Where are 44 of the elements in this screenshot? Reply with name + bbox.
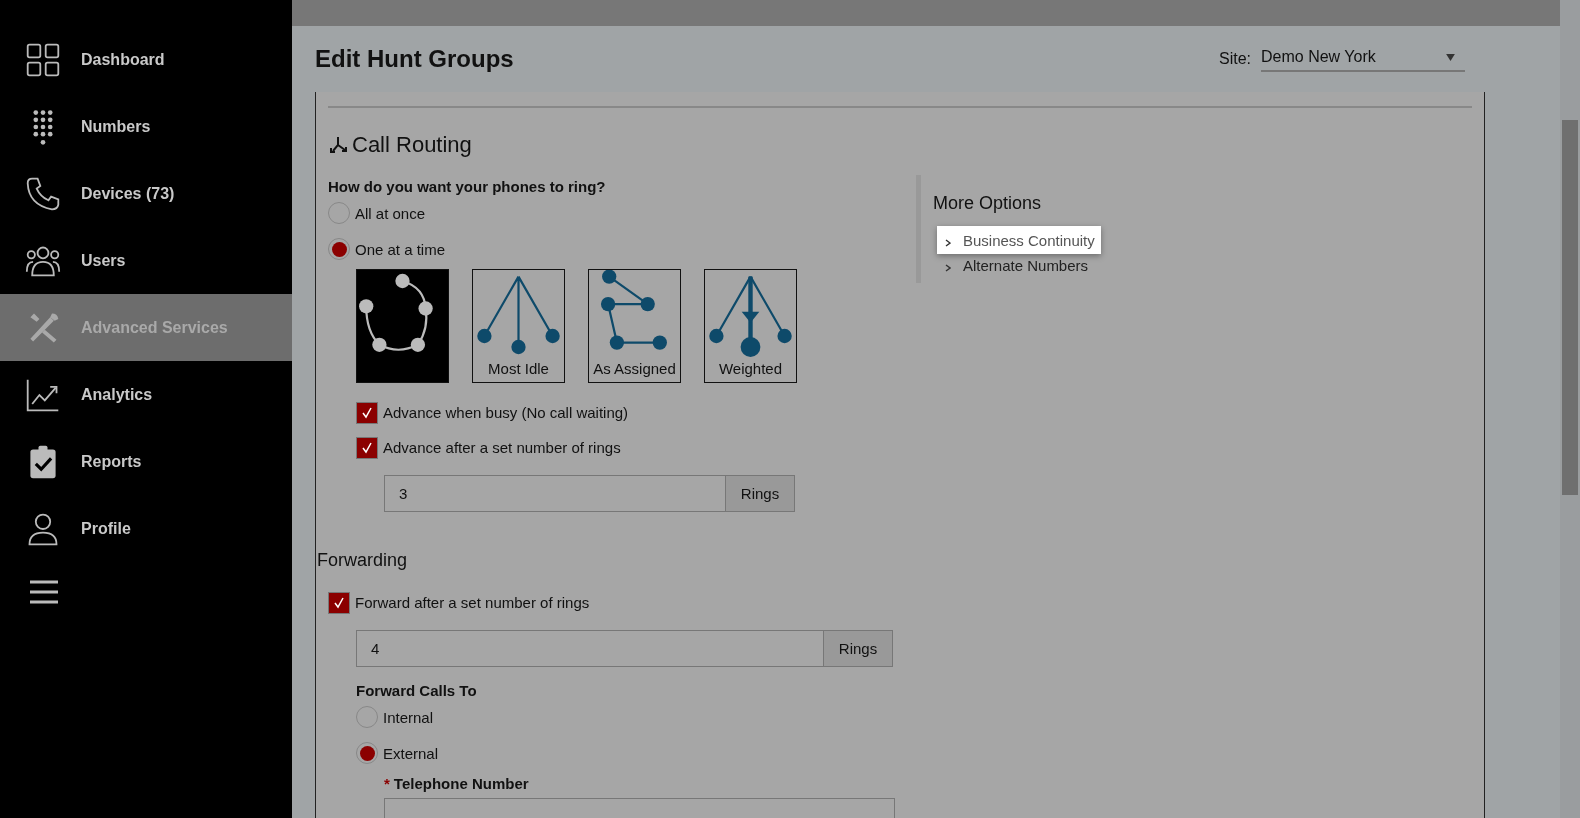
scrollbar-thumb[interactable] xyxy=(1562,120,1578,495)
field-label: Telephone Number xyxy=(393,775,529,792)
checkbox[interactable] xyxy=(328,591,350,614)
required-mark: * xyxy=(384,775,390,792)
checkbox-label: Advance after a set number of rings xyxy=(383,439,621,456)
nav-item[interactable]: Profile xyxy=(0,495,292,562)
checkbox-label: Forward after a set number of rings xyxy=(355,594,590,611)
nav-item[interactable]: Dashboard xyxy=(0,26,292,93)
nav-item[interactable]: Numbers xyxy=(0,93,292,160)
nav-item[interactable]: Users xyxy=(0,227,292,294)
routing-icon xyxy=(330,135,350,155)
nav-item[interactable]: Devices (73) xyxy=(0,160,292,227)
expandable-option[interactable]: Business Continuity xyxy=(937,226,1101,254)
radio-label: External xyxy=(383,744,439,762)
section-title: Forwarding xyxy=(317,550,409,571)
chevron-icon xyxy=(945,239,951,247)
chevron-icon xyxy=(945,264,951,272)
radio-label: All at once xyxy=(355,204,426,222)
check-icon xyxy=(361,406,373,419)
expandable-option[interactable]: Alternate Numbers xyxy=(933,256,1095,274)
grid-icon xyxy=(25,41,61,78)
ring-pattern-option[interactable] xyxy=(356,269,449,383)
nav-item[interactable]: Reports xyxy=(0,428,292,495)
caret-icon xyxy=(1446,53,1455,61)
ring-pattern-option[interactable]: As Assigned xyxy=(588,269,681,383)
nav-item[interactable]: Analytics xyxy=(0,361,292,428)
radio-label: Internal xyxy=(383,708,434,726)
section-title: Call Routing xyxy=(352,132,472,158)
section-title: More Options xyxy=(933,193,1043,214)
field-label: Forward Calls To xyxy=(356,682,478,699)
check-icon xyxy=(361,441,373,454)
site-dropdown[interactable]: Demo New York xyxy=(1261,46,1465,72)
radio-label: One at a time xyxy=(355,240,446,258)
check-icon xyxy=(333,596,345,609)
phone-icon xyxy=(25,175,61,212)
menu-icon[interactable] xyxy=(29,580,59,604)
ring-pattern-option[interactable]: Most Idle xyxy=(472,269,565,383)
site-label: Site: xyxy=(1219,50,1251,68)
question-label: How do you want your phones to ring? xyxy=(328,178,607,195)
ring-pattern-option[interactable]: Weighted xyxy=(704,269,797,383)
checkbox[interactable] xyxy=(356,436,378,459)
checkbox-label: Advance when busy (No call waiting) xyxy=(383,404,629,421)
checkbox[interactable] xyxy=(356,401,378,424)
page-title: Edit Hunt Groups xyxy=(315,45,514,73)
